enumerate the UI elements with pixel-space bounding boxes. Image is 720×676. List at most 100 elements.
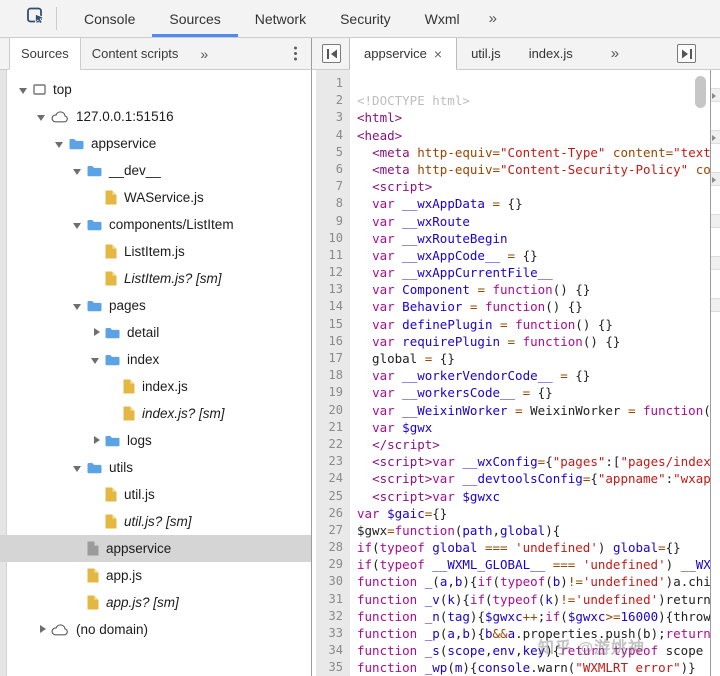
code-text[interactable]: <script>var __devtoolsConfig={"appname":… bbox=[350, 470, 710, 487]
tree-item-index[interactable]: index bbox=[0, 346, 311, 373]
close-tab-icon[interactable]: × bbox=[434, 46, 442, 62]
expander-open-icon[interactable] bbox=[90, 353, 104, 367]
line-number[interactable]: 2 bbox=[316, 92, 350, 109]
line-number[interactable]: 20 bbox=[316, 402, 350, 419]
code-text[interactable]: function _wp(m){console.warn("WXMLRT err… bbox=[350, 659, 710, 676]
expander-closed-icon[interactable] bbox=[90, 434, 104, 448]
line-number[interactable]: 28 bbox=[316, 539, 350, 556]
expander-closed-icon[interactable] bbox=[36, 623, 50, 637]
line-number[interactable]: 6 bbox=[316, 161, 350, 178]
code-text[interactable]: <head> bbox=[350, 127, 710, 144]
tree-item-appservice[interactable]: appservice bbox=[0, 130, 311, 157]
code-text[interactable]: function _n(tag){$gwxc++;if($gwxc>=16000… bbox=[350, 608, 710, 625]
line-number[interactable]: 17 bbox=[316, 350, 350, 367]
line-number[interactable]: 26 bbox=[316, 505, 350, 522]
navigator-menu-button[interactable] bbox=[293, 38, 297, 69]
code-text[interactable]: function _s(scope,env,key){return typeof… bbox=[350, 642, 710, 659]
code-text[interactable]: function _v(k){if(typeof(k)!='undefined'… bbox=[350, 591, 710, 608]
tree-item-no-domain[interactable]: (no domain) bbox=[0, 616, 311, 643]
line-number[interactable]: 33 bbox=[316, 625, 350, 642]
line-number[interactable]: 10 bbox=[316, 230, 350, 247]
line-number[interactable]: 12 bbox=[316, 264, 350, 281]
expander-closed-icon[interactable] bbox=[90, 326, 104, 340]
line-number[interactable]: 34 bbox=[316, 642, 350, 659]
line-number[interactable]: 30 bbox=[316, 573, 350, 590]
code-text[interactable] bbox=[350, 75, 710, 92]
toolbar-tab-network[interactable]: Network bbox=[238, 0, 323, 37]
line-number[interactable]: 21 bbox=[316, 419, 350, 436]
code-text[interactable]: var __workersCode__ = {} bbox=[350, 384, 710, 401]
tree-item-util-js-sm[interactable]: util.js? [sm] bbox=[0, 508, 311, 535]
line-number[interactable]: 29 bbox=[316, 556, 350, 573]
toolbar-tab-sources[interactable]: Sources bbox=[152, 0, 237, 37]
tree-item-logs[interactable]: logs bbox=[0, 427, 311, 454]
line-number[interactable]: 22 bbox=[316, 436, 350, 453]
code-text[interactable]: var __wxAppCode__ = {} bbox=[350, 247, 710, 264]
code-text[interactable]: <script>var $gwxc bbox=[350, 488, 710, 505]
code-text[interactable]: <!DOCTYPE html> bbox=[350, 92, 710, 109]
tree-item-top[interactable]: top bbox=[0, 76, 311, 103]
code-text[interactable]: <html> bbox=[350, 109, 710, 126]
line-number[interactable]: 35 bbox=[316, 659, 350, 676]
code-text[interactable]: var __wxRoute bbox=[350, 213, 710, 230]
navigator-tab-content-scripts[interactable]: Content scripts bbox=[81, 38, 190, 69]
line-number[interactable]: 13 bbox=[316, 281, 350, 298]
line-number[interactable]: 24 bbox=[316, 470, 350, 487]
line-number[interactable]: 1 bbox=[316, 75, 350, 92]
line-number[interactable]: 4 bbox=[316, 127, 350, 144]
tree-item-dev[interactable]: __dev__ bbox=[0, 157, 311, 184]
tree-item-127-0-0-1-51516[interactable]: 127.0.0.1:51516 bbox=[0, 103, 311, 130]
code-text[interactable]: var definePlugin = function() {} bbox=[350, 316, 710, 333]
line-number[interactable]: 5 bbox=[316, 144, 350, 161]
code-text[interactable]: $gwx=function(path,global){ bbox=[350, 522, 710, 539]
hide-navigator-button[interactable] bbox=[322, 44, 341, 63]
code-editor[interactable]: 1 2 <!DOCTYPE html> 3 <html> 4 <head> 5 <meta h… bbox=[312, 70, 710, 676]
editor-tab-index-js[interactable]: index.js bbox=[515, 38, 587, 69]
code-text[interactable]: function _p(a,b){b&&a.properties.push(b)… bbox=[350, 625, 710, 642]
tree-item-listitem-js[interactable]: ListItem.js bbox=[0, 238, 311, 265]
navigator-tab-more[interactable]: » bbox=[189, 38, 219, 69]
code-text[interactable]: var __workerVendorCode__ = {} bbox=[350, 367, 710, 384]
code-text[interactable]: var Component = function() {} bbox=[350, 281, 710, 298]
line-number[interactable]: 19 bbox=[316, 384, 350, 401]
editor-tab-util-js[interactable]: util.js bbox=[457, 38, 515, 69]
expander-open-icon[interactable] bbox=[18, 83, 32, 97]
line-number[interactable]: 25 bbox=[316, 488, 350, 505]
line-number[interactable]: 8 bbox=[316, 195, 350, 212]
inspect-element-button[interactable] bbox=[26, 0, 46, 37]
line-number[interactable]: 3 bbox=[316, 109, 350, 126]
code-text[interactable]: <script> bbox=[350, 178, 710, 195]
line-number[interactable]: 14 bbox=[316, 298, 350, 315]
code-text[interactable]: var __wxAppData = {} bbox=[350, 195, 710, 212]
code-text[interactable]: var $gaic={} bbox=[350, 505, 710, 522]
line-number[interactable]: 15 bbox=[316, 316, 350, 333]
code-text[interactable]: global = {} bbox=[350, 350, 710, 367]
code-text[interactable]: if(typeof __WXML_GLOBAL__ === 'undefined… bbox=[350, 556, 710, 573]
tree-item-waservice-js[interactable]: WAService.js bbox=[0, 184, 311, 211]
show-debugger-button[interactable] bbox=[677, 44, 696, 63]
code-text[interactable]: <meta http-equiv="Content-Security-Polic… bbox=[350, 161, 710, 178]
tree-item-appservice[interactable]: appservice bbox=[0, 535, 311, 562]
code-text[interactable]: var $gwx bbox=[350, 419, 710, 436]
expander-open-icon[interactable] bbox=[72, 461, 86, 475]
code-text[interactable]: <meta http-equiv="Content-Type" content=… bbox=[350, 144, 710, 161]
editor-scrollbar-thumb[interactable] bbox=[695, 76, 706, 108]
line-number[interactable]: 16 bbox=[316, 333, 350, 350]
line-number[interactable]: 32 bbox=[316, 608, 350, 625]
line-number[interactable]: 7 bbox=[316, 178, 350, 195]
code-text[interactable]: var __wxAppCurrentFile__ bbox=[350, 264, 710, 281]
debugger-sidebar-sliver[interactable] bbox=[710, 70, 720, 676]
line-number[interactable]: 31 bbox=[316, 591, 350, 608]
tree-item-app-js[interactable]: app.js bbox=[0, 562, 311, 589]
line-number[interactable]: 23 bbox=[316, 453, 350, 470]
tree-item-util-js[interactable]: util.js bbox=[0, 481, 311, 508]
editor-tab-appservice[interactable]: appservice × bbox=[349, 38, 458, 70]
code-text[interactable]: function _(a,b){if(typeof(b)!='undefined… bbox=[350, 573, 710, 590]
expander-open-icon[interactable] bbox=[72, 164, 86, 178]
tree-item-index-js[interactable]: index.js bbox=[0, 373, 311, 400]
tree-item-pages[interactable]: pages bbox=[0, 292, 311, 319]
code-text[interactable]: var __wxRouteBegin bbox=[350, 230, 710, 247]
expander-open-icon[interactable] bbox=[72, 218, 86, 232]
toolbar-tab-wxml[interactable]: Wxml bbox=[408, 0, 477, 37]
line-number[interactable]: 27 bbox=[316, 522, 350, 539]
